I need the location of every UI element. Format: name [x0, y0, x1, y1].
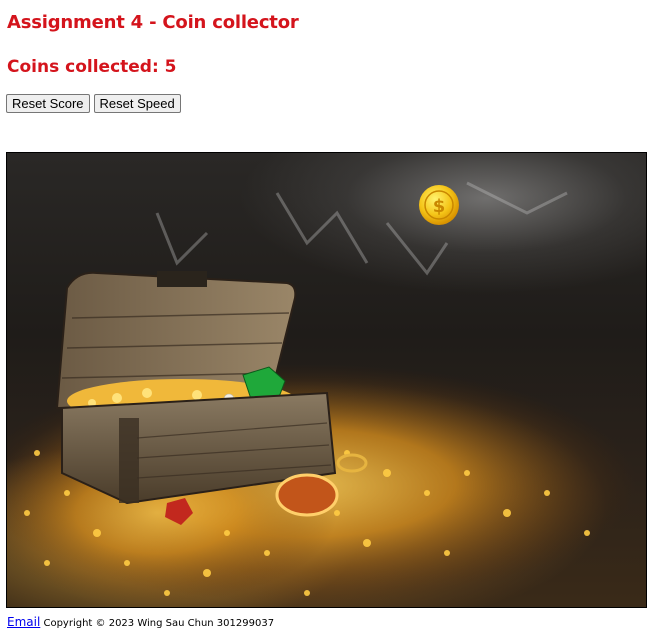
coins-collected-counter: Coins collected: 5 [7, 57, 177, 77]
footer: Email Copyright © 2023 Wing Sau Chun 301… [7, 615, 274, 629]
reset-score-button[interactable]: Reset Score [6, 94, 90, 113]
email-link[interactable]: Email [7, 615, 40, 629]
copyright-text: Copyright © 2023 Wing Sau Chun 301299037 [43, 618, 275, 629]
game-canvas[interactable]: $ [6, 152, 647, 608]
reset-speed-button[interactable]: Reset Speed [93, 94, 181, 113]
page-title: Assignment 4 - Coin collector [7, 12, 299, 33]
page: Assignment 4 - Coin collector Coins coll… [0, 0, 671, 637]
controls: Reset Score Reset Speed [6, 94, 181, 113]
svg-text:$: $ [433, 196, 446, 217]
treasure-background [7, 181, 637, 603]
dollar-coin-icon[interactable]: $ [418, 184, 460, 226]
